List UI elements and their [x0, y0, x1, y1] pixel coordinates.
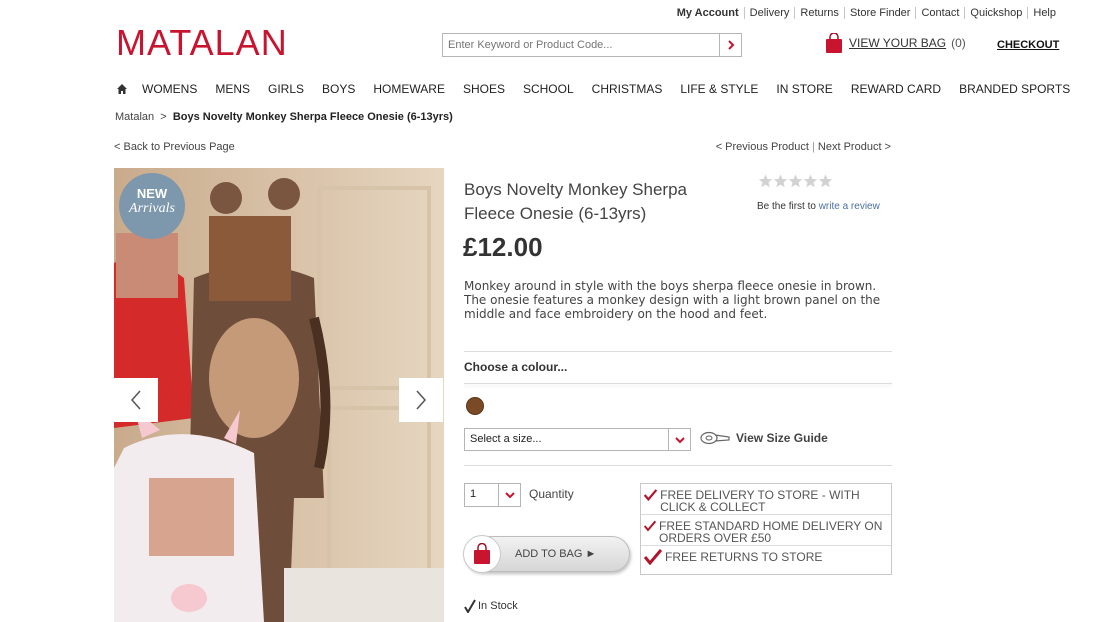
site-logo[interactable]: MATALAN [116, 22, 288, 64]
badge-line-2: Arrivals [129, 201, 175, 216]
promo-text: FREE DELIVERY TO STORE - WITH CLICK & CO… [660, 488, 860, 514]
nav-life-style[interactable]: LIFE & STYLE [680, 82, 758, 96]
nav-school[interactable]: SCHOOL [523, 82, 574, 96]
nav-girls[interactable]: GIRLS [268, 82, 304, 96]
prev-image-button[interactable] [114, 378, 158, 422]
review-prefix: Be the first to [757, 201, 816, 212]
checkmark-icon [644, 520, 657, 532]
checkmark-icon [644, 489, 658, 502]
chevron-down-icon [674, 436, 685, 443]
next-image-button[interactable] [399, 378, 443, 422]
divider [464, 383, 892, 384]
chevron-right-icon [416, 390, 427, 410]
star-rating [758, 174, 833, 188]
nav-boys[interactable]: BOYS [322, 82, 355, 96]
promo-text: FREE RETURNS TO STORE [665, 550, 823, 564]
search-input[interactable] [443, 34, 719, 56]
returns-link[interactable]: Returns [794, 7, 844, 19]
delivery-promos: FREE DELIVERY TO STORE - WITH CLICK & CO… [640, 483, 892, 575]
search-bar [442, 33, 742, 57]
contact-link[interactable]: Contact [915, 7, 964, 19]
divider [464, 351, 892, 352]
star-icon [818, 174, 833, 188]
checkmark-icon [464, 599, 476, 613]
divider [464, 465, 892, 466]
star-icon [788, 174, 803, 188]
quantity-select[interactable]: 1 [464, 483, 521, 507]
size-dropdown-toggle[interactable] [668, 429, 690, 450]
view-bag[interactable]: VIEW YOUR BAG (0) [825, 33, 966, 53]
stock-label: In Stock [478, 600, 518, 612]
nav-shoes[interactable]: SHOES [463, 82, 505, 96]
review-prompt: Be the first to write a review [757, 201, 880, 212]
nav-in-store[interactable]: IN STORE [776, 82, 832, 96]
size-guide-link[interactable]: View Size Guide [700, 431, 828, 445]
view-bag-label[interactable]: VIEW YOUR BAG [849, 36, 946, 50]
size-select-value: Select a size... [470, 433, 542, 445]
product-image[interactable]: NEW Arrivals [114, 168, 444, 622]
home-nav[interactable] [116, 83, 128, 95]
product-title: Boys Novelty Monkey Sherpa Fleece Onesie… [464, 180, 687, 223]
star-icon [803, 174, 818, 188]
write-review-link[interactable]: write a review [819, 201, 880, 212]
bag-count: (0) [951, 36, 966, 50]
product-price: £12.00 [463, 232, 543, 262]
stock-status: In Stock [464, 599, 518, 613]
delivery-link[interactable]: Delivery [743, 7, 795, 19]
add-to-bag-button[interactable]: ADD TO BAG ► [463, 535, 630, 573]
utility-links: My Account Delivery Returns Store Finder… [672, 7, 1061, 19]
choose-colour-label: Choose a colour... [464, 360, 568, 374]
checkout-link[interactable]: CHECKOUT [997, 39, 1059, 51]
store-finder-link[interactable]: Store Finder [843, 7, 916, 19]
search-button[interactable] [719, 34, 741, 56]
main-nav: WOMENS MENS GIRLS BOYS HOMEWARE SHOES SC… [116, 82, 1088, 96]
checkmark-icon [644, 549, 662, 565]
star-icon [758, 174, 773, 188]
nav-reward-card[interactable]: REWARD CARD [851, 82, 941, 96]
nav-homeware[interactable]: HOMEWARE [373, 82, 445, 96]
promo-item: FREE DELIVERY TO STORE - WITH CLICK & CO… [641, 484, 891, 515]
chevron-left-icon [130, 390, 141, 410]
promo-text: FREE STANDARD HOME DELIVERY ON ORDERS OV… [659, 519, 883, 545]
chevron-right-icon [727, 40, 734, 50]
quantity-label: Quantity [529, 487, 574, 501]
breadcrumb-current: Boys Novelty Monkey Sherpa Fleece Onesie… [172, 111, 453, 123]
next-product-link[interactable]: Next Product > [818, 141, 891, 153]
previous-product-link[interactable]: < Previous Product [716, 141, 809, 153]
size-guide-label[interactable]: View Size Guide [736, 431, 828, 445]
breadcrumb-root[interactable]: Matalan [115, 111, 154, 123]
product-description: Monkey around in style with the boys she… [464, 279, 881, 321]
size-select[interactable]: Select a size... [464, 428, 691, 451]
quantity-dropdown-toggle[interactable] [498, 484, 520, 506]
product-pager: < Previous Product | Next Product > [715, 141, 891, 153]
breadcrumb: Matalan > Boys Novelty Monkey Sherpa Fle… [115, 111, 453, 123]
add-to-bag-label: ADD TO BAG ► [515, 548, 597, 560]
new-arrivals-badge: NEW Arrivals [119, 173, 185, 239]
nav-mens[interactable]: MENS [215, 82, 250, 96]
help-link[interactable]: Help [1027, 7, 1061, 19]
nav-branded-sports[interactable]: BRANDED SPORTS [959, 82, 1070, 96]
home-icon [117, 84, 127, 94]
star-icon [773, 174, 788, 188]
tape-measure-icon [700, 431, 730, 445]
quantity-value: 1 [470, 488, 477, 500]
breadcrumb-separator: > [160, 111, 167, 123]
promo-item: FREE RETURNS TO STORE [641, 546, 891, 574]
shopping-bag-icon [826, 33, 842, 53]
nav-womens[interactable]: WOMENS [142, 82, 197, 96]
quickshop-link[interactable]: Quickshop [964, 7, 1027, 19]
add-to-bag-icon-wrap [463, 535, 501, 573]
promo-item: FREE STANDARD HOME DELIVERY ON ORDERS OV… [641, 515, 891, 546]
nav-christmas[interactable]: CHRISTMAS [592, 82, 663, 96]
chevron-down-icon [504, 492, 515, 499]
colour-swatch-brown[interactable] [466, 397, 484, 415]
shopping-bag-icon [474, 543, 490, 564]
badge-line-1: NEW [136, 186, 168, 201]
back-to-previous-link[interactable]: < Back to Previous Page [114, 141, 235, 153]
my-account-link[interactable]: My Account [672, 7, 744, 19]
